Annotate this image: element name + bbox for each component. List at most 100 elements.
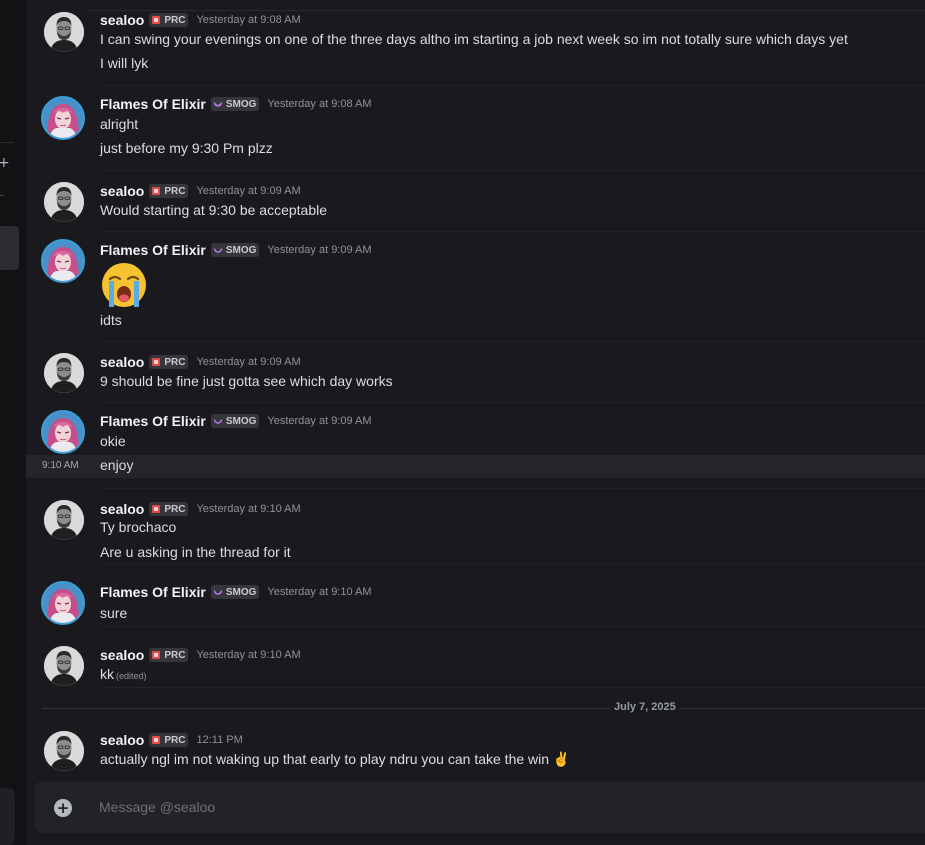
chat-area: sealoo PRC Yesterday at 9:08 AM I can sw…	[26, 0, 925, 845]
timestamp[interactable]: Yesterday at 9:10 AM	[267, 586, 371, 598]
clan-tag-label: SMOG	[225, 244, 257, 256]
clan-tag[interactable]: PRC	[149, 648, 189, 662]
message-text: idts	[100, 312, 122, 328]
clan-tag[interactable]: SMOG	[210, 243, 260, 257]
prc-badge-icon	[152, 651, 161, 659]
hover-timestamp[interactable]: 9:10 AM	[42, 460, 79, 471]
avatar[interactable]	[44, 353, 84, 393]
avatar[interactable]	[41, 410, 85, 454]
message-separator	[100, 341, 925, 342]
message-header: sealoo PRC Yesterday at 9:09 AM	[100, 352, 301, 372]
message-separator	[100, 488, 925, 489]
username[interactable]: sealoo	[100, 354, 144, 370]
message-text: I can swing your evenings on one of the …	[100, 31, 848, 47]
avatar[interactable]	[41, 581, 85, 625]
clan-tag[interactable]: PRC	[149, 733, 189, 747]
loudly-crying-face-emoji[interactable]	[100, 262, 148, 308]
message-text: sure	[100, 605, 128, 621]
crescent-moon-icon	[213, 419, 223, 424]
crescent-moon-icon	[213, 248, 223, 253]
avatar[interactable]	[41, 239, 85, 283]
clan-tag[interactable]: PRC	[149, 13, 189, 27]
username[interactable]: sealoo	[100, 732, 144, 748]
user-avatar-icon	[44, 182, 84, 222]
clan-tag[interactable]: PRC	[149, 502, 189, 516]
message-text: enjoy	[100, 457, 134, 473]
avatar[interactable]	[44, 731, 84, 771]
message-input[interactable]	[99, 795, 879, 819]
crescent-moon-icon	[213, 590, 223, 595]
username[interactable]: Flames Of Elixir	[100, 413, 206, 429]
message-text: 9 should be fine just gotta see which da…	[100, 373, 393, 389]
date-divider-label: July 7, 2025	[610, 701, 680, 713]
username[interactable]: sealoo	[100, 647, 144, 663]
user-avatar-icon	[43, 98, 83, 138]
prc-badge-icon	[152, 505, 161, 513]
avatar[interactable]	[44, 500, 84, 540]
username[interactable]: Flames Of Elixir	[100, 584, 206, 600]
user-avatar-icon	[44, 12, 84, 52]
message-separator	[100, 85, 925, 86]
message-text: okie	[100, 433, 126, 449]
timestamp[interactable]: Yesterday at 9:09 AM	[267, 415, 371, 427]
user-panel[interactable]	[0, 788, 15, 845]
username[interactable]: sealoo	[100, 12, 144, 28]
prc-badge-icon	[152, 16, 161, 24]
clan-tag[interactable]: SMOG	[210, 97, 260, 111]
add-attachment-icon[interactable]: +	[54, 799, 72, 817]
dash-icon: –	[0, 190, 4, 201]
message-text-content: kk	[100, 666, 114, 682]
clan-tag[interactable]: PRC	[149, 355, 189, 369]
message-separator	[100, 687, 925, 688]
avatar[interactable]	[41, 96, 85, 140]
clan-tag-label: PRC	[164, 503, 186, 515]
timestamp[interactable]: Yesterday at 9:09 AM	[196, 356, 300, 368]
message-separator	[100, 231, 925, 232]
message-header: Flames Of Elixir SMOG Yesterday at 9:09 …	[100, 240, 372, 260]
avatar[interactable]	[44, 12, 84, 52]
message-header: sealoo PRC Yesterday at 9:09 AM	[100, 181, 301, 201]
user-avatar-icon	[44, 500, 84, 540]
timestamp[interactable]: Yesterday at 9:09 AM	[267, 244, 371, 256]
crescent-moon-icon	[213, 102, 223, 107]
message-header: Flames Of Elixir SMOG Yesterday at 9:09 …	[100, 411, 372, 431]
user-avatar-icon	[43, 412, 83, 452]
clan-tag-label: SMOG	[225, 98, 257, 110]
timestamp[interactable]: Yesterday at 9:08 AM	[196, 14, 300, 26]
message-text: kk (edited)	[100, 666, 147, 682]
message-text: Are u asking in the thread for it	[100, 544, 291, 560]
avatar[interactable]	[44, 182, 84, 222]
message-header: sealoo PRC 12:11 PM	[100, 730, 243, 750]
user-avatar-icon	[43, 583, 83, 623]
avatar[interactable]	[44, 646, 84, 686]
message-separator	[100, 170, 925, 171]
username[interactable]: Flames Of Elixir	[100, 96, 206, 112]
edited-label: (edited)	[116, 671, 147, 681]
message-hover-row[interactable]	[26, 455, 925, 478]
clan-tag[interactable]: SMOG	[210, 414, 260, 428]
server-channel-sidebar: + –	[0, 0, 26, 845]
username[interactable]: Flames Of Elixir	[100, 242, 206, 258]
message-separator	[100, 402, 925, 403]
timestamp[interactable]: 12:11 PM	[196, 734, 242, 746]
timestamp[interactable]: Yesterday at 9:10 AM	[196, 503, 300, 515]
clan-tag-label: PRC	[164, 734, 186, 746]
message-header: sealoo PRC Yesterday at 9:10 AM	[100, 645, 301, 665]
user-avatar-icon	[43, 241, 83, 281]
timestamp[interactable]: Yesterday at 9:08 AM	[267, 98, 371, 110]
sidebar-divider	[0, 142, 14, 143]
user-avatar-icon	[44, 731, 84, 771]
clan-tag[interactable]: SMOG	[210, 585, 260, 599]
message-text: just before my 9:30 Pm plzz	[100, 140, 273, 156]
username[interactable]: sealoo	[100, 501, 144, 517]
timestamp[interactable]: Yesterday at 9:09 AM	[196, 185, 300, 197]
add-icon[interactable]: +	[0, 155, 10, 171]
message-separator	[100, 626, 925, 627]
username[interactable]: sealoo	[100, 183, 144, 199]
selected-dm-item[interactable]	[0, 226, 19, 270]
message-text: actually ngl im not waking up that early…	[100, 751, 571, 767]
user-avatar-icon	[44, 646, 84, 686]
timestamp[interactable]: Yesterday at 9:10 AM	[196, 649, 300, 661]
message-header: Flames Of Elixir SMOG Yesterday at 9:08 …	[100, 94, 372, 114]
clan-tag[interactable]: PRC	[149, 184, 189, 198]
